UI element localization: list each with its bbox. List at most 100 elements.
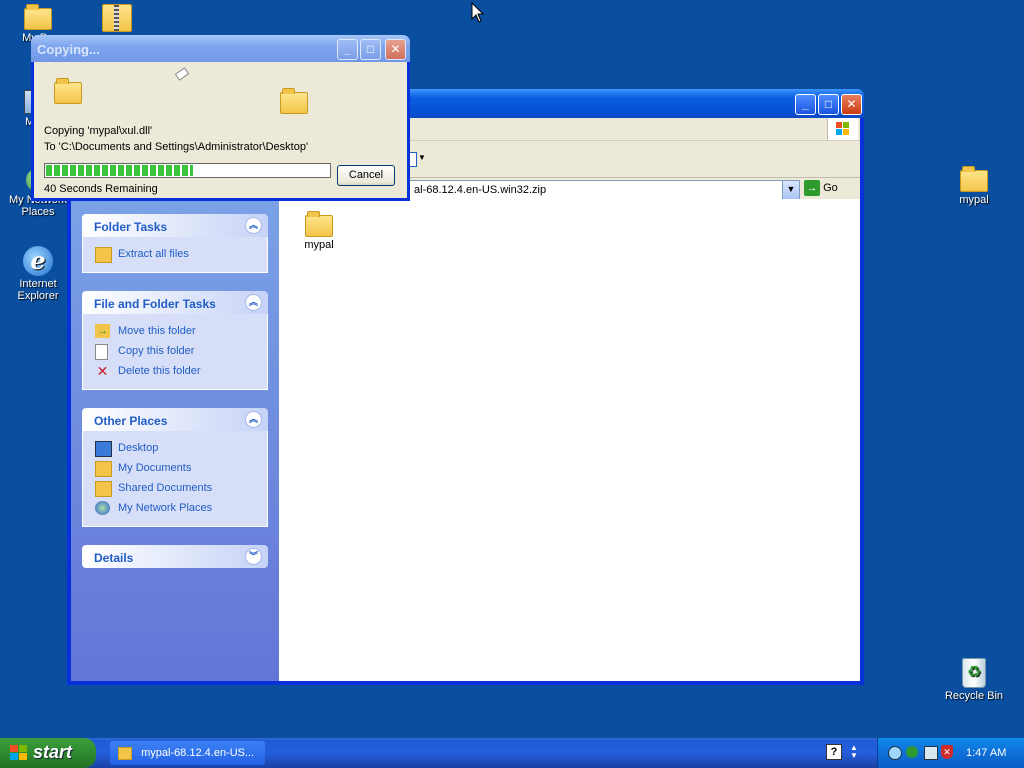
desktop-icon-internet-explorer[interactable]: e Internet Explorer — [0, 246, 76, 302]
copy-dialog-titlebar[interactable]: Copying... _ □ ✕ — [31, 35, 410, 62]
go-arrow-icon: → — [804, 180, 820, 196]
list-item-label: mypal — [304, 239, 334, 251]
extract-icon — [95, 247, 112, 263]
taskbar-window-label: mypal-68.12.4.en-US... — [141, 747, 255, 759]
folder-tasks-panel: Folder Tasks ︽ Extract all files — [82, 214, 268, 273]
collapse-chevron-icon[interactable]: ︽ — [245, 294, 262, 311]
task-pane: Folder Tasks ︽ Extract all files File an… — [71, 199, 279, 681]
network-places-icon — [95, 501, 110, 515]
flying-paper-icon — [174, 67, 190, 81]
place-my-network-places[interactable]: My Network Places — [95, 498, 267, 518]
connection-tray-icon[interactable] — [924, 746, 938, 760]
task-label: Copy this folder — [118, 345, 195, 357]
other-places-panel: Other Places ︽ Desktop My Documents Shar… — [82, 408, 268, 527]
panel-title: File and Folder Tasks — [94, 297, 216, 311]
task-copy-this-folder[interactable]: Copy this folder — [95, 341, 267, 361]
collapse-chevron-icon[interactable]: ︽ — [245, 411, 262, 428]
place-desktop[interactable]: Desktop — [95, 438, 267, 458]
zip-folder-icon — [118, 746, 132, 760]
minimize-button[interactable]: _ — [795, 94, 816, 115]
file-folder-tasks-panel: File and Folder Tasks ︽ → Move this fold… — [82, 291, 268, 390]
maximize-button[interactable]: □ — [360, 39, 381, 60]
desktop-icon-label: Internet Explorer — [17, 278, 59, 302]
place-shared-documents[interactable]: Shared Documents — [95, 478, 267, 498]
panel-title: Details — [94, 551, 134, 565]
task-label: Extract all files — [118, 248, 189, 260]
dialog-title: Copying... — [37, 42, 100, 57]
collapse-chevron-icon[interactable]: ︽ — [245, 217, 262, 234]
taskbar-window-button[interactable]: mypal-68.12.4.en-US... — [110, 741, 265, 765]
task-label: Delete this folder — [118, 365, 201, 377]
destination-folder-icon — [280, 88, 308, 114]
time-remaining: 40 Seconds Remaining — [44, 183, 158, 195]
folder-icon — [960, 166, 988, 192]
taskbar: start mypal-68.12.4.en-US... ? ▲ ▼ ✕ 1:47… — [0, 738, 1024, 768]
recycle-bin-icon: ♻ — [962, 658, 986, 688]
task-extract-all-files[interactable]: Extract all files — [95, 244, 267, 264]
clock[interactable]: 1:47 AM — [966, 747, 1006, 759]
place-my-documents[interactable]: My Documents — [95, 458, 267, 478]
go-label: Go — [823, 181, 838, 194]
network-tray-icon[interactable] — [888, 746, 902, 760]
list-item-mypal[interactable]: mypal — [299, 209, 339, 251]
copying-line: Copying 'mypal\xul.dll' — [44, 125, 153, 137]
tray-expand-icon[interactable]: ▲ ▼ — [850, 744, 858, 760]
zip-folder-icon[interactable] — [102, 4, 132, 32]
task-delete-this-folder[interactable]: ✕ Delete this folder — [95, 361, 267, 381]
windows-flag-icon — [10, 745, 27, 760]
progress-fill — [46, 165, 194, 176]
shared-documents-icon — [95, 481, 112, 497]
panel-title: Folder Tasks — [94, 220, 168, 234]
task-move-this-folder[interactable]: → Move this folder — [95, 321, 267, 341]
update-tray-icon[interactable] — [906, 746, 918, 758]
security-alert-icon[interactable]: ✕ — [941, 745, 953, 759]
panel-header[interactable]: File and Folder Tasks ︽ — [82, 291, 268, 314]
start-button[interactable]: start — [0, 738, 96, 768]
desktop-icon — [95, 441, 112, 457]
copy-icon — [95, 344, 108, 360]
desktop-icon-mypal[interactable]: mypal — [936, 164, 1012, 206]
mouse-cursor-icon — [471, 2, 485, 23]
minimize-button[interactable]: _ — [337, 39, 358, 60]
my-documents-icon — [24, 4, 52, 30]
address-dropdown-icon[interactable]: ▼ — [782, 181, 799, 199]
copy-dialog-body: Copying 'mypal\xul.dll' To 'C:\Documents… — [34, 62, 407, 198]
windows-logo-icon — [827, 118, 858, 140]
help-icon[interactable]: ? — [826, 744, 842, 760]
panel-header[interactable]: Details ︾ — [82, 545, 268, 568]
destination-line: To 'C:\Documents and Settings\Administra… — [44, 141, 309, 153]
panel-header[interactable]: Folder Tasks ︽ — [82, 214, 268, 237]
desktop-icon-label: Recycle Bin — [944, 690, 1004, 702]
delete-icon: ✕ — [96, 363, 109, 379]
internet-explorer-icon: e — [23, 246, 53, 276]
panel-body: → Move this folder Copy this folder ✕ De… — [82, 314, 268, 390]
address-text: al-68.12.4.en-US.win32.zip — [414, 184, 547, 196]
cancel-button[interactable]: Cancel — [337, 165, 395, 186]
folder-icon — [305, 211, 333, 237]
file-list: mypal — [279, 199, 860, 681]
task-label: Shared Documents — [118, 482, 213, 494]
maximize-button[interactable]: □ — [818, 94, 839, 115]
explorer-body: ▼ al-68.12.4.en-US.win32.zip ▼ → Go Fold… — [71, 118, 860, 681]
my-documents-icon — [95, 461, 112, 477]
task-label: My Documents — [118, 462, 192, 474]
views-dropdown-icon[interactable]: ▼ — [418, 153, 426, 162]
task-label: Move this folder — [118, 325, 196, 337]
desktop-icon-recycle-bin[interactable]: ♻ Recycle Bin — [936, 656, 1012, 702]
start-label: start — [33, 742, 73, 762]
progress-bar — [44, 163, 331, 178]
panel-title: Other Places — [94, 414, 168, 428]
close-button[interactable]: ✕ — [841, 94, 862, 115]
panel-header[interactable]: Other Places ︽ — [82, 408, 268, 431]
close-button[interactable]: ✕ — [385, 39, 406, 60]
system-tray: ✕ 1:47 AM — [877, 738, 1024, 768]
go-button[interactable]: → Go — [804, 180, 854, 198]
task-label: Desktop — [118, 442, 159, 454]
source-folder-icon — [54, 78, 82, 104]
desktop-icon-label: mypal — [959, 194, 989, 206]
expand-chevron-icon[interactable]: ︾ — [245, 548, 262, 565]
move-icon: → — [95, 324, 110, 338]
copy-progress-dialog: Copying... _ □ ✕ Copying 'mypal\xul.dll'… — [31, 35, 410, 201]
panel-body: Desktop My Documents Shared Documents My… — [82, 431, 268, 527]
cancel-label: Cancel — [348, 169, 384, 181]
